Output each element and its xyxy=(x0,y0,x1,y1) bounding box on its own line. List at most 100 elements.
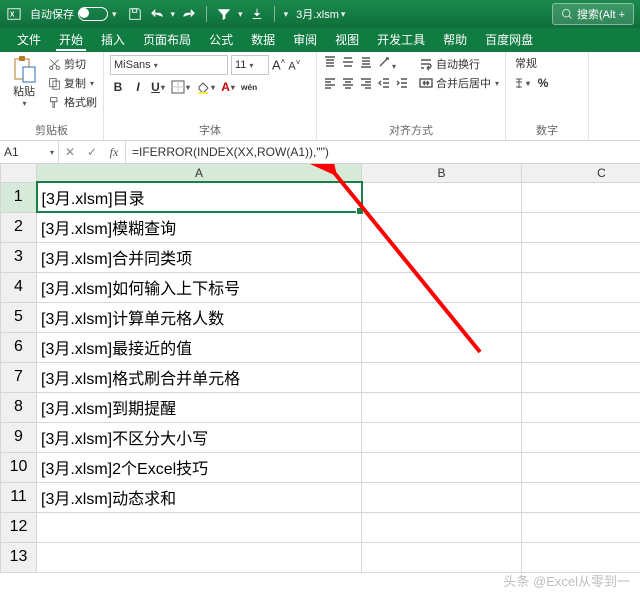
cell[interactable]: [3月.xlsm]2个Excel技巧 xyxy=(37,452,362,482)
filename[interactable]: 3月.xlsm ▾ xyxy=(296,6,345,22)
cell[interactable] xyxy=(362,452,522,482)
tab-view[interactable]: 视图 xyxy=(326,27,368,52)
cell[interactable] xyxy=(522,302,640,332)
filter-icon[interactable] xyxy=(216,6,232,22)
border-button[interactable]: ▾ xyxy=(170,79,191,95)
tab-review[interactable]: 审阅 xyxy=(284,27,326,52)
cell[interactable] xyxy=(522,242,640,272)
worksheet[interactable]: A B C 1[3月.xlsm]目录2[3月.xlsm]模糊查询3[3月.xls… xyxy=(0,164,640,596)
cell[interactable] xyxy=(362,332,522,362)
cell[interactable]: [3月.xlsm]格式刷合并单元格 xyxy=(37,362,362,392)
copy-button[interactable]: 复制▾ xyxy=(48,75,97,91)
chevron-down-icon[interactable]: ▾ xyxy=(171,9,176,20)
row-header[interactable]: 7 xyxy=(1,362,37,392)
tab-insert[interactable]: 插入 xyxy=(92,27,134,52)
cell[interactable] xyxy=(362,482,522,512)
cancel-formula-button[interactable]: ✕ xyxy=(59,145,81,159)
decrease-font-button[interactable]: A˅ xyxy=(288,58,300,73)
tab-page-layout[interactable]: 页面布局 xyxy=(134,27,200,52)
tab-file[interactable]: 文件 xyxy=(8,27,50,52)
row-header[interactable]: 11 xyxy=(1,482,37,512)
cell[interactable]: [3月.xlsm]到期提醒 xyxy=(37,392,362,422)
cell[interactable] xyxy=(362,362,522,392)
touch-mode-icon[interactable] xyxy=(249,6,265,22)
cell[interactable] xyxy=(362,212,522,242)
tab-formulas[interactable]: 公式 xyxy=(200,27,242,52)
cell[interactable] xyxy=(37,542,362,572)
formula-input[interactable]: =IFERROR(INDEX(XX,ROW(A1)),"") xyxy=(126,141,640,163)
column-header-a[interactable]: A xyxy=(37,164,362,182)
tab-home[interactable]: 开始 xyxy=(50,27,92,52)
align-bottom-button[interactable] xyxy=(359,55,373,72)
search-box[interactable]: 搜索(Alt + xyxy=(552,3,634,25)
select-all-corner[interactable] xyxy=(1,164,37,182)
cell[interactable] xyxy=(522,512,640,542)
cell[interactable]: [3月.xlsm]计算单元格人数 xyxy=(37,302,362,332)
cut-button[interactable]: 剪切 xyxy=(48,56,97,72)
phonetic-button[interactable]: wén xyxy=(240,79,258,95)
cell[interactable] xyxy=(522,422,640,452)
cell[interactable] xyxy=(522,452,640,482)
accounting-format-button[interactable]: ▾ xyxy=(512,75,531,91)
row-header[interactable]: 12 xyxy=(1,512,37,542)
qat-more-icon[interactable]: ▾ xyxy=(284,9,289,20)
font-name-combo[interactable]: MiSans▾ xyxy=(110,55,228,75)
cell[interactable] xyxy=(362,512,522,542)
chevron-down-icon[interactable]: ▾ xyxy=(238,9,243,20)
decrease-indent-button[interactable] xyxy=(377,76,391,93)
row-header[interactable]: 4 xyxy=(1,272,37,302)
align-top-button[interactable] xyxy=(323,55,337,72)
tab-data[interactable]: 数据 xyxy=(242,27,284,52)
align-center-button[interactable] xyxy=(341,76,355,93)
cell[interactable] xyxy=(522,182,640,212)
undo-icon[interactable] xyxy=(149,6,165,22)
row-header[interactable]: 1 xyxy=(1,182,37,212)
cell[interactable] xyxy=(37,512,362,542)
percent-format-button[interactable]: % xyxy=(535,75,551,91)
row-header[interactable]: 10 xyxy=(1,452,37,482)
cell[interactable]: [3月.xlsm]目录 xyxy=(37,182,362,212)
cell[interactable]: [3月.xlsm]模糊查询 xyxy=(37,212,362,242)
cell[interactable] xyxy=(522,272,640,302)
cell[interactable]: [3月.xlsm]如何输入上下标号 xyxy=(37,272,362,302)
redo-icon[interactable] xyxy=(181,6,197,22)
row-header[interactable]: 2 xyxy=(1,212,37,242)
cell[interactable] xyxy=(362,182,522,212)
row-header[interactable]: 8 xyxy=(1,392,37,422)
italic-button[interactable]: I xyxy=(130,79,146,95)
fill-color-button[interactable]: ▾ xyxy=(195,79,216,95)
align-right-button[interactable] xyxy=(359,76,373,93)
align-middle-button[interactable] xyxy=(341,55,355,72)
tab-baidu[interactable]: 百度网盘 xyxy=(476,27,542,52)
cell[interactable] xyxy=(362,302,522,332)
increase-font-button[interactable]: A˄ xyxy=(272,57,285,72)
cell[interactable]: [3月.xlsm]最接近的值 xyxy=(37,332,362,362)
cell[interactable] xyxy=(362,242,522,272)
autosave-toggle[interactable]: 自动保存 ▾ xyxy=(30,6,117,22)
save-icon[interactable] xyxy=(127,6,143,22)
row-header[interactable]: 5 xyxy=(1,302,37,332)
font-color-button[interactable]: A▾ xyxy=(220,79,236,95)
tab-help[interactable]: 帮助 xyxy=(434,27,476,52)
row-header[interactable]: 3 xyxy=(1,242,37,272)
row-header[interactable]: 6 xyxy=(1,332,37,362)
tab-developer[interactable]: 开发工具 xyxy=(368,27,434,52)
column-header-c[interactable]: C xyxy=(522,164,640,182)
increase-indent-button[interactable] xyxy=(395,76,409,93)
cell[interactable] xyxy=(522,332,640,362)
cell[interactable] xyxy=(362,422,522,452)
name-box[interactable]: A1 ▾ xyxy=(0,141,59,163)
paste-button[interactable]: 粘贴 ▾ xyxy=(6,55,42,108)
cell[interactable] xyxy=(522,212,640,242)
row-header[interactable]: 13 xyxy=(1,542,37,572)
enter-formula-button[interactable]: ✓ xyxy=(81,145,103,159)
cell[interactable]: [3月.xlsm]不区分大小写 xyxy=(37,422,362,452)
cell[interactable] xyxy=(362,392,522,422)
cell[interactable] xyxy=(522,392,640,422)
bold-button[interactable]: B xyxy=(110,79,126,95)
row-header[interactable]: 9 xyxy=(1,422,37,452)
format-painter-button[interactable]: 格式刷 xyxy=(48,94,97,110)
orientation-button[interactable]: ▾ xyxy=(377,55,396,72)
cell[interactable] xyxy=(362,542,522,572)
merge-center-button[interactable]: 合并后居中▾ xyxy=(419,75,499,91)
